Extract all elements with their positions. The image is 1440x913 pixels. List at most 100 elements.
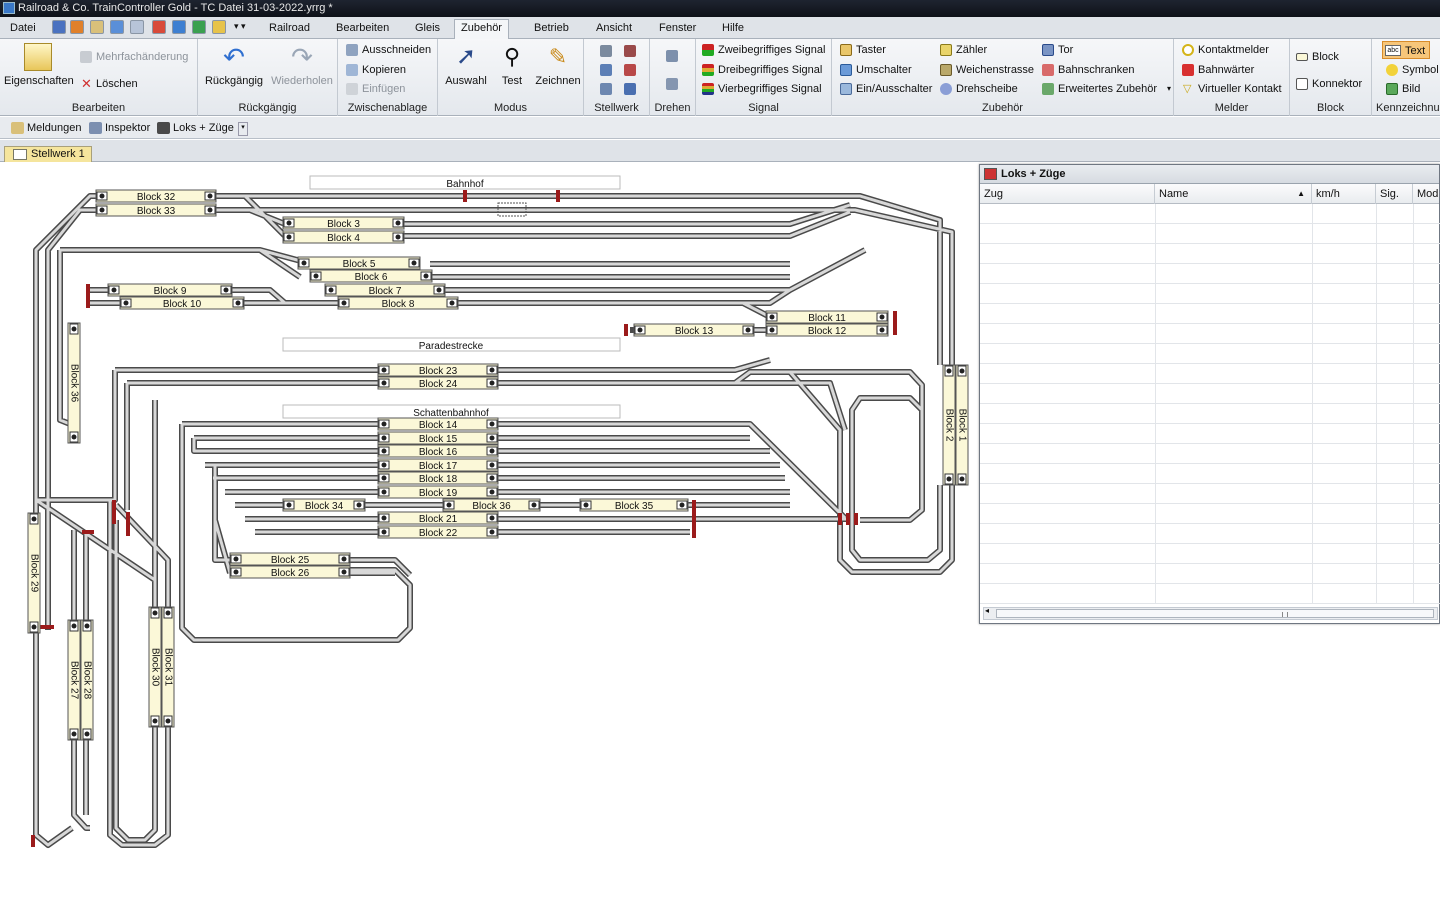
save-icon[interactable] [52,20,66,34]
menu-datei[interactable]: Datei [4,20,42,39]
block-b2[interactable]: Block 2 [942,364,956,486]
block-b25[interactable]: Block 25 [229,552,351,566]
bahnwaerter-button[interactable]: Bahnwärter [1180,61,1254,79]
block-b14[interactable]: Block 14 [377,417,499,431]
block-b4[interactable]: Block 4 [282,230,405,244]
switch-right-icon[interactable] [622,42,638,60]
cut-button[interactable]: Ausschneiden [344,41,431,59]
vierbegriffiges-signal-button[interactable]: Vierbegriffiges Signal [700,80,822,98]
meldungen-button[interactable]: Meldungen [10,120,81,136]
block-b12[interactable]: Block 12 [765,323,889,337]
zweibegriffiges-signal-button[interactable]: Zweibegriffiges Signal [700,41,825,59]
column-sig[interactable]: Sig. [1376,184,1413,204]
tab-stellwerk-1[interactable]: Stellwerk 1 [4,146,92,163]
dreibegriffiges-signal-button[interactable]: Dreibegriffiges Signal [700,61,822,79]
loks-zuege-button[interactable]: Loks + Züge [156,120,234,136]
table-row[interactable] [980,524,1440,544]
run-icon[interactable] [192,20,206,34]
block-b7[interactable]: Block 7 [324,283,446,297]
chevron-down-icon[interactable]: ▾ ▾ [234,21,246,32]
block-b8[interactable]: Block 8 [337,296,459,310]
switch-three-way-icon[interactable] [598,61,614,79]
scroll-left-icon[interactable]: ◂ [985,606,989,615]
block-b36h[interactable]: Block 36 [442,498,541,512]
undo-button[interactable]: ↶ Rückgängig [204,43,264,87]
symbol-button[interactable]: Symbol [1384,61,1439,79]
erweitertes-zubehoer-button[interactable]: Erweitertes Zubehör ▾ [1040,80,1171,98]
table-row[interactable] [980,544,1440,564]
kontaktmelder-button[interactable]: Kontaktmelder [1180,41,1269,59]
loeschen-button[interactable]: ✕ Löschen [78,75,138,93]
table-row[interactable] [980,224,1440,244]
block-b33[interactable]: Block 33 [95,203,217,217]
table-row[interactable] [980,584,1440,604]
block-b32[interactable]: Block 32 [95,189,217,203]
horizontal-scrollbar[interactable]: ◂ [983,606,1438,620]
block-b17[interactable]: Block 17 [377,458,499,472]
redo-quick-icon[interactable] [130,20,144,34]
table-row[interactable] [980,404,1440,424]
zeichnen-button[interactable]: ✎ Zeichnen [534,43,582,87]
inspektor-button[interactable]: Inspektor [88,120,150,136]
block-b31[interactable]: Block 31 [161,606,175,728]
column-zug[interactable]: Zug [980,184,1155,204]
tab-zubehoer[interactable]: Zubehör [454,19,509,40]
dropdown-arrow-icon[interactable]: ▾ [1167,80,1171,98]
ein-ausschalter-button[interactable]: Ein/Ausschalter [838,80,932,98]
taster-button[interactable]: Taster [838,41,886,59]
text-button[interactable]: abc Text [1382,41,1431,59]
auswahl-button[interactable]: ➚ Auswahl [442,43,490,87]
block-b6[interactable]: Block 6 [309,269,433,283]
print-icon[interactable] [90,20,104,34]
block-b23[interactable]: Block 23 [377,363,499,377]
signal-quick-icon[interactable] [212,20,226,34]
table-row[interactable] [980,344,1440,364]
undo-quick-icon[interactable] [110,20,124,34]
block-b22[interactable]: Block 22 [377,525,499,539]
tor-button[interactable]: Tor [1040,41,1073,59]
table-row[interactable] [980,364,1440,384]
table-row[interactable] [980,424,1440,444]
block-b30[interactable]: Block 30 [148,606,162,728]
block-b1[interactable]: Block 1 [955,364,969,486]
block-b36v[interactable]: Block 36 [67,322,81,444]
weichenstrasse-button[interactable]: Weichenstrasse [938,61,1034,79]
double-slip-icon[interactable] [598,80,614,98]
block-b10[interactable]: Block 10 [119,296,245,310]
scrollbar-thumb[interactable] [996,609,1434,618]
block-b28[interactable]: Block 28 [80,619,94,741]
block-b13[interactable]: Block 13 [633,323,755,337]
table-row[interactable] [980,464,1440,484]
zaehler-button[interactable]: Zähler [938,41,987,59]
umschalter-button[interactable]: Umschalter [838,61,912,79]
crossing-icon[interactable] [622,61,638,79]
table-row[interactable] [980,484,1440,504]
block-b34[interactable]: Block 34 [282,498,366,512]
eigenschaften-button[interactable]: Eigenschaften [4,43,74,87]
column-name[interactable]: Name ▲ [1155,184,1312,204]
konnektor-button[interactable]: Konnektor [1294,75,1362,93]
table-row[interactable] [980,264,1440,284]
block-b35[interactable]: Block 35 [579,498,689,512]
mehrfachaenderung-button[interactable]: Mehrfachänderung [78,48,188,66]
column-kmh[interactable]: km/h [1312,184,1376,204]
table-row[interactable] [980,244,1440,264]
track-end-icon[interactable] [622,80,638,98]
tab-railroad[interactable]: Railroad [263,20,316,39]
table-row[interactable] [980,324,1440,344]
rotate-left-icon[interactable] [664,47,680,65]
copy-button[interactable]: Kopieren [344,61,406,79]
drehscheibe-button[interactable]: Drehscheibe [938,80,1018,98]
table-row[interactable] [980,284,1440,304]
tab-betrieb[interactable]: Betrieb [528,20,575,39]
loks-zuege-panel[interactable]: Loks + Züge Zug Name ▲ km/h Sig. Mod ◂ [979,164,1440,624]
tab-bearbeiten[interactable]: Bearbeiten [330,20,395,39]
block-b29[interactable]: Block 29 [27,512,41,634]
tab-gleis[interactable]: Gleis [409,20,446,39]
table-row[interactable] [980,444,1440,464]
column-mod[interactable]: Mod [1413,184,1440,204]
block-b27[interactable]: Block 27 [67,619,81,741]
tab-fenster[interactable]: Fenster [653,20,702,39]
stellwerk-quick-icon[interactable] [70,20,84,34]
block-b18[interactable]: Block 18 [377,471,499,485]
